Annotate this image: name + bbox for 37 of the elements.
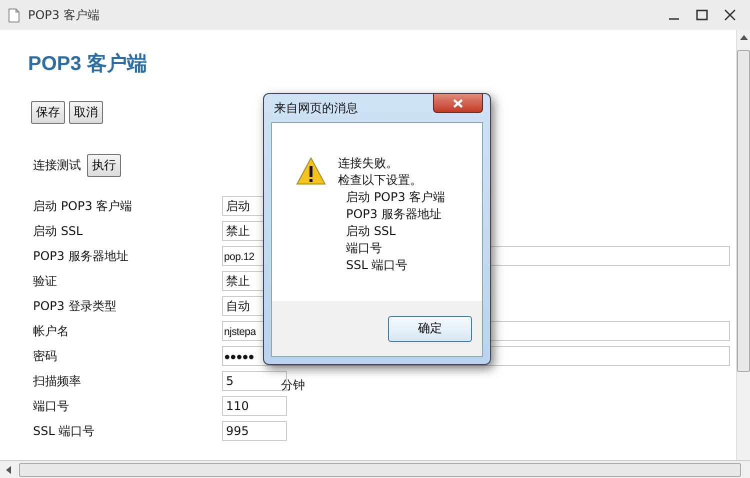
setting-item: 启动 SSL [345,223,397,240]
input-field[interactable]: 110 [222,396,287,416]
close-icon[interactable] [724,9,736,21]
field-label: 端口号 [32,398,70,414]
setting-item: 端口号 [345,240,383,257]
field-label: 帐户名 [32,322,70,340]
dialog-message: 检查以下设置。 [338,172,423,189]
action-button[interactable]: 保存 [31,101,65,124]
field-label: 扫描频率 [32,372,82,390]
scroll-left-icon[interactable] [5,466,11,474]
dialog-close-button[interactable] [433,94,483,113]
page-heading: POP3 客户端 [28,52,148,77]
vertical-scrollbar[interactable] [736,30,750,460]
field-label: 启动 SSL [32,222,84,240]
ok-button[interactable]: 确定 [388,316,472,342]
field-label: 密码 [32,348,58,364]
field-label: 连接测试 [33,157,81,174]
action-button[interactable]: 取消 [69,101,103,124]
maximize-icon[interactable] [696,9,708,21]
scroll-up-icon[interactable] [740,34,748,40]
field-label: POP3 服务器地址 [32,248,130,264]
field-label: 验证 [32,272,58,290]
horizontal-scrollbar[interactable] [0,460,750,478]
field-label: POP3 登录类型 [32,298,118,314]
dialog-message: 连接失败。 [338,155,399,172]
field-label: SSL 端口号 [32,422,96,440]
setting-item: SSL 端口号 [345,257,409,274]
document-icon [8,8,20,22]
window-title: POP3 客户端 [28,6,100,24]
warning-icon [296,157,326,185]
input-field[interactable]: 995 [222,421,287,441]
setting-item: POP3 服务器地址 [345,206,442,223]
close-icon [453,98,463,108]
run-button[interactable]: 执行 [87,154,121,177]
field-label: 启动 POP3 客户端 [32,198,134,214]
setting-item: 启动 POP3 客户端 [345,189,446,206]
dialog-title: 来自网页的消息 [273,100,358,116]
